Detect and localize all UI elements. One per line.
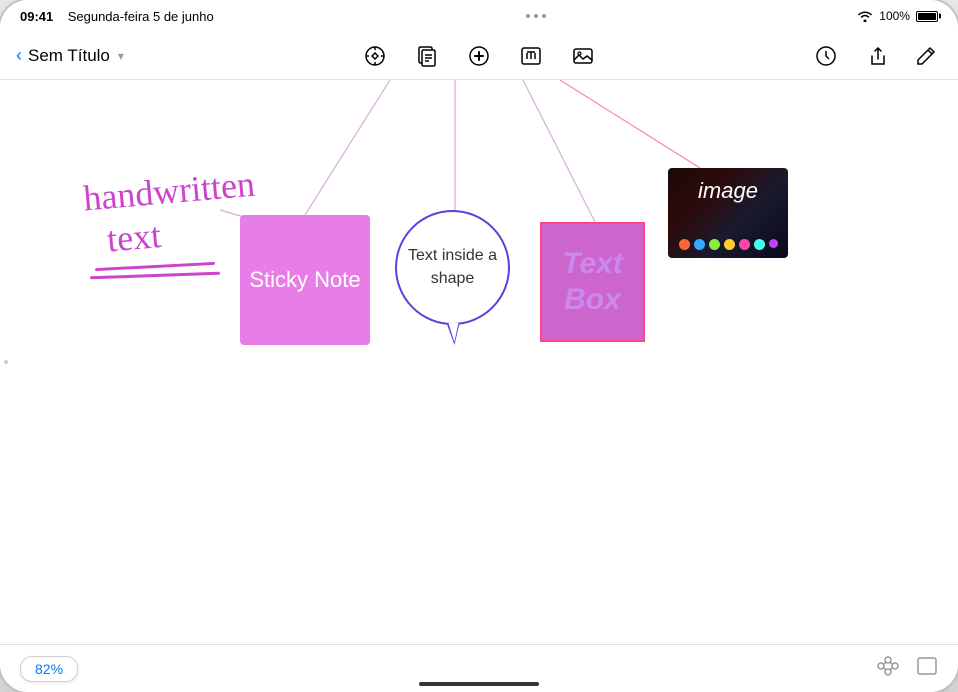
fullscreen-icon [916, 656, 938, 676]
back-chevron-icon: ‹ [16, 45, 22, 66]
pen-tool-button[interactable] [359, 40, 391, 72]
ipad-frame: 09:41 Segunda-feira 5 de junho 100% [0, 0, 958, 692]
nav-bar: ‹ Sem Título ▾ [0, 32, 958, 80]
collaboration-button[interactable] [876, 656, 900, 681]
handwritten-underline-1 [95, 262, 215, 271]
connectors-svg [0, 80, 958, 644]
wifi-icon [857, 10, 873, 22]
text-icon [519, 44, 543, 68]
battery-fill [918, 13, 936, 20]
sticky-note[interactable]: Sticky Note [240, 215, 370, 345]
handwritten-text: handwritten text [82, 163, 261, 264]
date: Segunda-feira 5 de junho [68, 9, 214, 24]
bead-1 [679, 239, 690, 250]
pen-icon [363, 44, 387, 68]
back-button[interactable]: ‹ [16, 45, 22, 66]
speech-bubble-body: Text inside a shape [395, 210, 510, 325]
document-title: Sem Título [28, 46, 110, 66]
image-box[interactable]: image [668, 168, 788, 258]
fullscreen-button[interactable] [916, 656, 938, 681]
side-dots [4, 360, 8, 364]
status-right: 100% [857, 9, 938, 23]
nav-left: ‹ Sem Título ▾ [16, 45, 248, 66]
insert-icon [467, 44, 491, 68]
status-center [526, 14, 546, 18]
speech-bubble[interactable]: Text inside a shape [395, 210, 510, 345]
image-beads [676, 239, 780, 250]
dot2 [534, 14, 538, 18]
history-icon [814, 44, 838, 68]
side-dot-1 [4, 360, 8, 364]
image-label-text: image [698, 178, 758, 204]
sticky-note-text: Sticky Note [249, 267, 360, 293]
dot1 [526, 14, 530, 18]
bead-7 [769, 239, 778, 248]
zoom-button[interactable]: 82% [20, 656, 78, 682]
edit-icon [914, 44, 938, 68]
collaboration-icon [876, 656, 900, 676]
insert-tool-button[interactable] [463, 40, 495, 72]
history-button[interactable] [810, 40, 842, 72]
time: 09:41 [20, 9, 53, 24]
toolbar-center [248, 40, 711, 72]
bead-4 [724, 239, 735, 250]
bead-5 [739, 239, 750, 250]
battery-percentage: 100% [879, 9, 910, 23]
status-time: 09:41 Segunda-feira 5 de junho [20, 9, 214, 24]
edit-button[interactable] [910, 40, 942, 72]
bead-6 [754, 239, 765, 250]
dot3 [542, 14, 546, 18]
battery-icon [916, 11, 938, 22]
bead-2 [694, 239, 705, 250]
bead-3 [709, 239, 720, 250]
image-icon [571, 44, 595, 68]
image-tool-button[interactable] [567, 40, 599, 72]
nav-right [711, 40, 943, 72]
title-chevron-icon: ▾ [118, 49, 124, 63]
home-indicator [419, 682, 539, 686]
status-bar: 09:41 Segunda-feira 5 de junho 100% [0, 0, 958, 32]
bottom-right-tools [876, 656, 938, 681]
speech-bubble-text: Text inside a shape [397, 245, 508, 290]
share-button[interactable] [860, 40, 892, 72]
speech-bubble-tail-inner [448, 323, 458, 342]
share-icon [864, 44, 888, 68]
pages-tool-button[interactable] [411, 40, 443, 72]
text-tool-button[interactable] [515, 40, 547, 72]
handwritten-underline-2 [90, 272, 220, 280]
text-box-content: TextBox [562, 246, 623, 318]
canvas-area: handwritten text Sticky Note Text inside… [0, 80, 958, 644]
pages-icon [415, 44, 439, 68]
text-box[interactable]: TextBox [540, 222, 645, 342]
